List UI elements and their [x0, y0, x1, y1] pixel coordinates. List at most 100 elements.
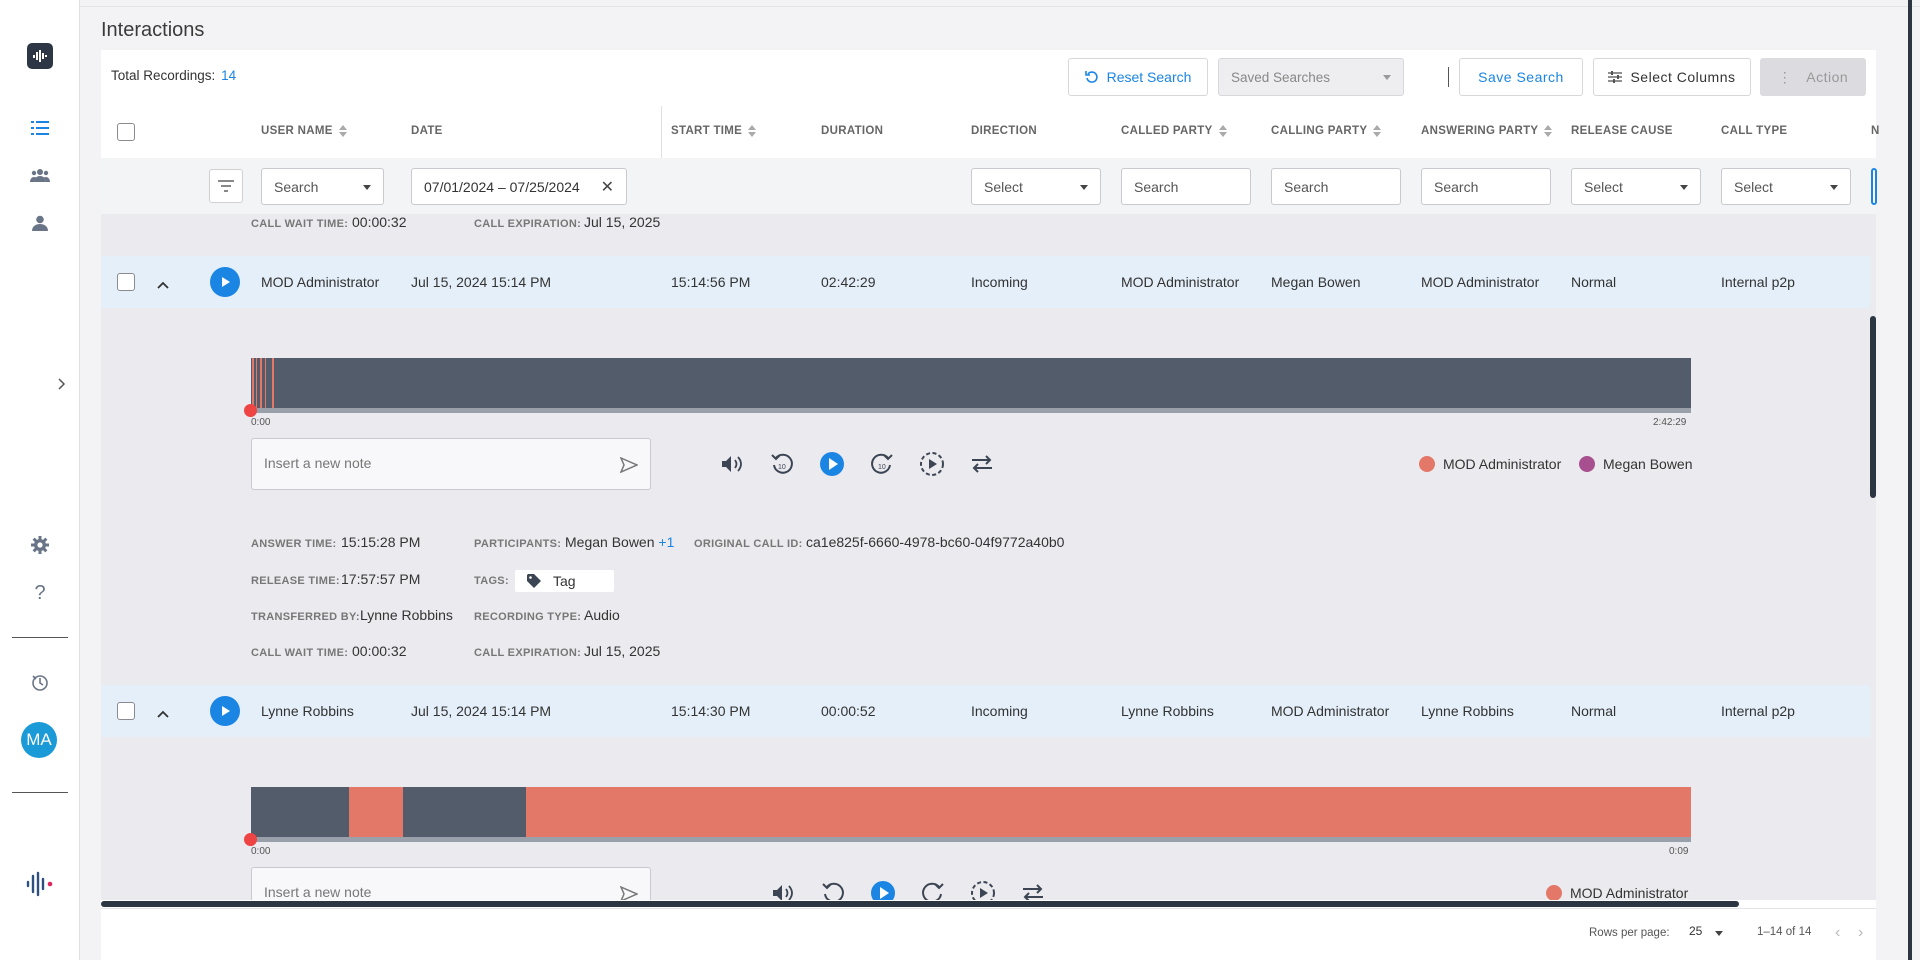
- play-pause-button[interactable]: [818, 450, 846, 478]
- select-all-checkbox[interactable]: [117, 123, 135, 141]
- participants-more-link[interactable]: +1: [658, 534, 674, 550]
- select-columns-button[interactable]: Select Columns: [1593, 58, 1751, 96]
- cell-called-party: MOD Administrator: [1121, 274, 1240, 290]
- history-icon[interactable]: [24, 667, 56, 699]
- header-user-name[interactable]: USER NAME: [261, 125, 347, 137]
- action-button[interactable]: ⋮ Action: [1760, 58, 1866, 96]
- row-checkbox[interactable]: [117, 702, 135, 720]
- waveform-progress-track[interactable]: [251, 837, 1691, 842]
- header-label: N: [1871, 125, 1880, 137]
- header-call-type[interactable]: CALL TYPE: [1721, 125, 1787, 137]
- sort-icon[interactable]: [1544, 125, 1553, 137]
- total-recordings-count: 14: [221, 68, 237, 83]
- header-label: DATE: [411, 125, 443, 137]
- date-range-filter[interactable]: 07/01/2024 – 07/25/2024 ✕: [411, 168, 627, 205]
- cell-call-type: Internal p2p: [1721, 703, 1795, 719]
- audio-waveform[interactable]: [251, 787, 1691, 839]
- table-row[interactable]: Lynne Robbins Jul 15, 2024 15:14 PM 15:1…: [101, 685, 1871, 737]
- rewind-10-icon[interactable]: 10: [768, 450, 796, 478]
- extra-filter[interactable]: [1871, 168, 1877, 205]
- speaker-segment: [272, 358, 274, 410]
- header-calling-party[interactable]: CALLING PARTY: [1271, 125, 1382, 137]
- save-search-button[interactable]: Save Search: [1459, 58, 1583, 96]
- call-type-filter[interactable]: Select: [1721, 168, 1851, 205]
- groups-icon[interactable]: [24, 159, 56, 191]
- skip-silence-icon[interactable]: [918, 450, 946, 478]
- audio-waveform[interactable]: [251, 358, 1691, 410]
- page-scrollbar-thumb[interactable]: [1908, 0, 1912, 960]
- saved-searches-select[interactable]: Saved Searches: [1218, 58, 1404, 96]
- header-label: DURATION: [821, 125, 884, 137]
- chevron-down-icon: [1383, 75, 1391, 80]
- sort-icon[interactable]: [338, 125, 347, 137]
- horizontal-scrollbar-thumb[interactable]: [101, 901, 1739, 907]
- call-wait-label: CALL WAIT TIME:: [251, 218, 349, 230]
- playhead-handle[interactable]: [244, 833, 257, 846]
- waveform-progress-track[interactable]: [251, 408, 1691, 413]
- prev-page-icon[interactable]: ‹: [1835, 924, 1840, 942]
- answering-party-filter[interactable]: Search: [1421, 168, 1551, 205]
- chevron-down-icon: [1715, 931, 1723, 936]
- calling-party-filter[interactable]: Search: [1271, 168, 1401, 205]
- help-icon[interactable]: ?: [24, 577, 56, 609]
- direction-filter[interactable]: Select: [971, 168, 1101, 205]
- called-party-filter[interactable]: Search: [1121, 168, 1251, 205]
- play-button[interactable]: [210, 267, 240, 297]
- legend-item: Megan Bowen: [1579, 456, 1693, 472]
- sort-icon[interactable]: [1218, 125, 1227, 137]
- header-direction[interactable]: DIRECTION: [971, 125, 1037, 137]
- svg-text:10: 10: [778, 464, 786, 471]
- settings-gear-icon[interactable]: [24, 529, 56, 561]
- reset-search-button[interactable]: Reset Search: [1068, 58, 1208, 96]
- sort-icon[interactable]: [748, 125, 757, 137]
- sort-icon[interactable]: [1373, 125, 1382, 137]
- table-row[interactable]: MOD Administrator Jul 15, 2024 15:14 PM …: [101, 256, 1871, 308]
- end-timestamp: 2:42:29: [1653, 417, 1687, 428]
- row-checkbox[interactable]: [117, 273, 135, 291]
- legend-label: Megan Bowen: [1603, 456, 1693, 472]
- clear-date-icon[interactable]: ✕: [601, 177, 614, 197]
- tag-chip[interactable]: Tag: [515, 570, 614, 592]
- legend-label: MOD Administrator: [1443, 456, 1562, 472]
- rows-per-page-select[interactable]: 25: [1689, 924, 1725, 942]
- user-name-filter[interactable]: Search: [261, 168, 384, 205]
- collapse-chevron-icon[interactable]: [157, 276, 169, 292]
- avatar[interactable]: MA: [21, 722, 57, 758]
- header-duration[interactable]: DURATION: [821, 125, 883, 137]
- forward-10-icon[interactable]: 10: [868, 450, 896, 478]
- send-icon[interactable]: [620, 457, 638, 473]
- note-input[interactable]: Insert a new note: [251, 438, 651, 490]
- header-start-time[interactable]: START TIME: [671, 125, 757, 137]
- filter-toggle-button[interactable]: [209, 169, 243, 203]
- play-icon: [222, 277, 230, 287]
- playhead-handle[interactable]: [244, 404, 257, 417]
- columns-sliders-icon: [1608, 71, 1623, 83]
- interactions-list-icon[interactable]: [24, 112, 56, 144]
- vertical-scrollbar-thumb[interactable]: [1870, 316, 1876, 498]
- header-extra[interactable]: N: [1871, 125, 1880, 137]
- volume-icon[interactable]: [718, 450, 746, 478]
- header-called-party[interactable]: CALLED PARTY: [1121, 125, 1227, 137]
- user-icon[interactable]: [24, 207, 56, 239]
- speaker-segment: [251, 787, 349, 839]
- cell-duration: 02:42:29: [821, 274, 876, 290]
- collapse-chevron-icon[interactable]: [157, 705, 169, 721]
- participants-value: Megan Bowen +1: [565, 534, 674, 550]
- swap-channels-icon[interactable]: [968, 450, 996, 478]
- app-logo-icon[interactable]: [24, 40, 56, 72]
- header-date[interactable]: DATE: [411, 125, 443, 137]
- release-cause-filter[interactable]: Select: [1571, 168, 1701, 205]
- next-page-icon[interactable]: ›: [1858, 924, 1863, 942]
- start-timestamp: 0:00: [251, 846, 271, 857]
- cell-call-type: Internal p2p: [1721, 274, 1795, 290]
- header-release-cause[interactable]: RELEASE CAUSE: [1571, 125, 1673, 137]
- page-title: Interactions: [101, 19, 205, 41]
- recording-type-label: RECORDING TYPE:: [474, 611, 582, 623]
- play-button[interactable]: [210, 696, 240, 726]
- cell-duration: 00:00:52: [821, 703, 876, 719]
- call-expiration-label: CALL EXPIRATION:: [474, 218, 582, 230]
- action-label: Action: [1806, 69, 1849, 85]
- expand-sidebar-icon[interactable]: [52, 368, 72, 400]
- header-answering-party[interactable]: ANSWERING PARTY: [1421, 125, 1553, 137]
- rows-per-page-value: 25: [1689, 924, 1703, 938]
